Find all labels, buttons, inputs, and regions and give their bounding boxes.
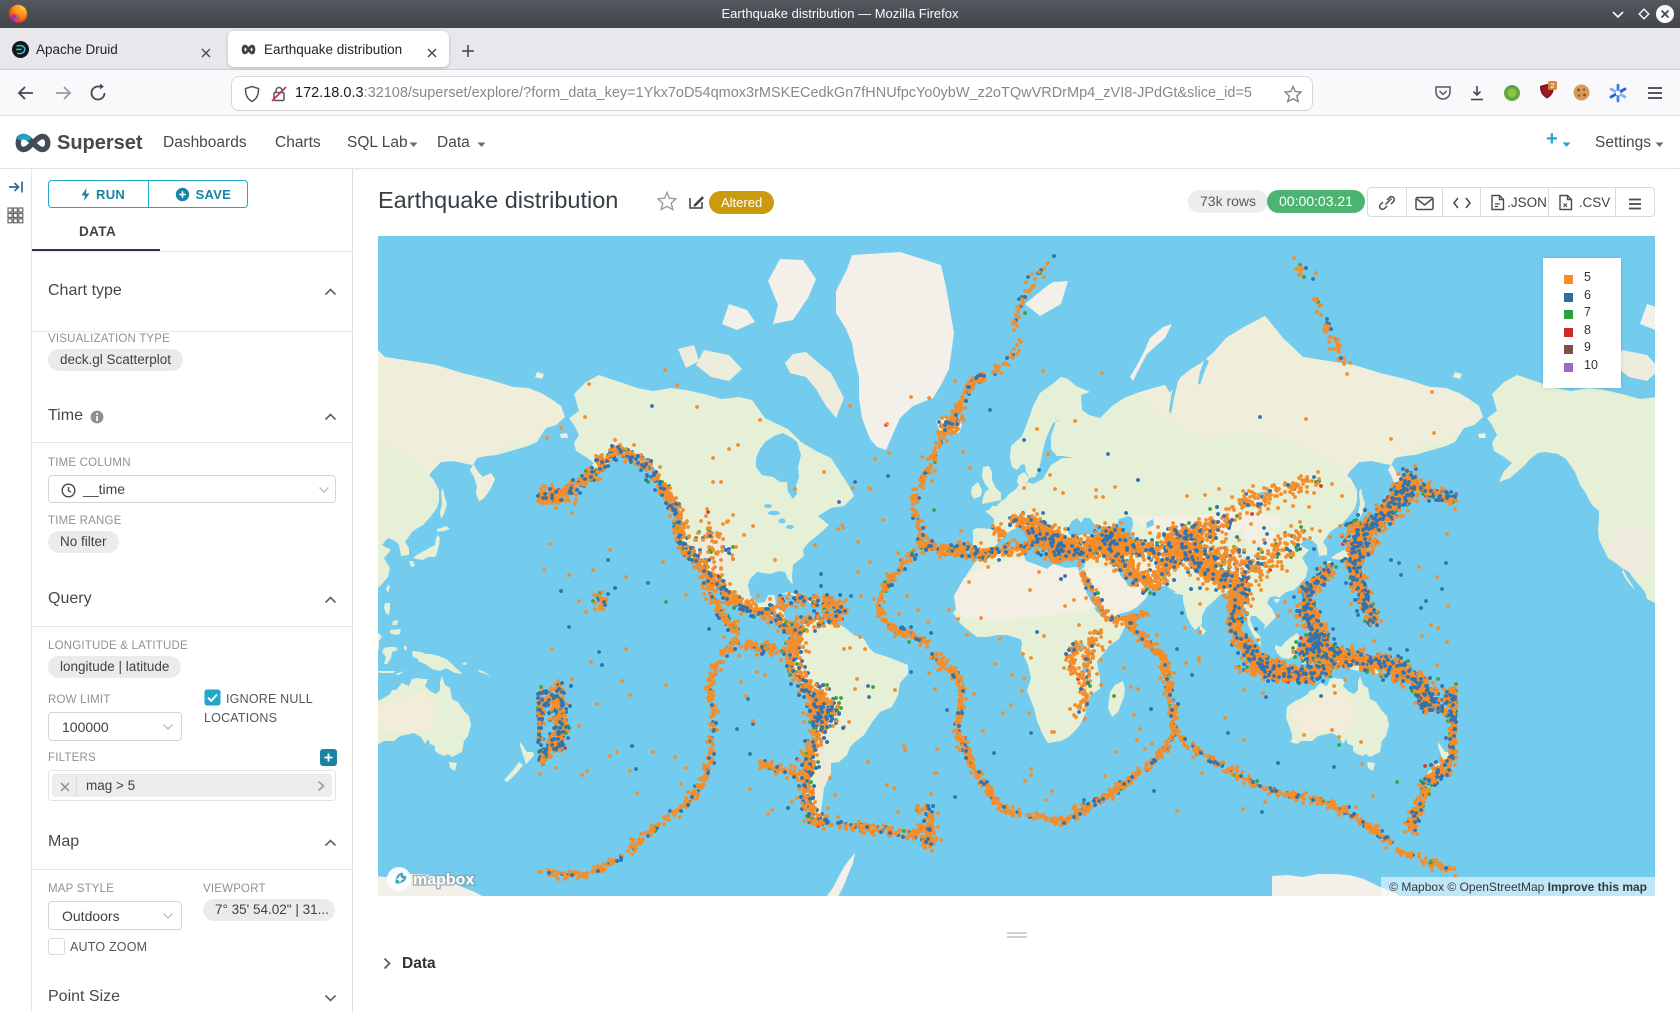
svg-text:2: 2 [1550, 81, 1554, 90]
svg-text:mapbox: mapbox [413, 872, 474, 889]
